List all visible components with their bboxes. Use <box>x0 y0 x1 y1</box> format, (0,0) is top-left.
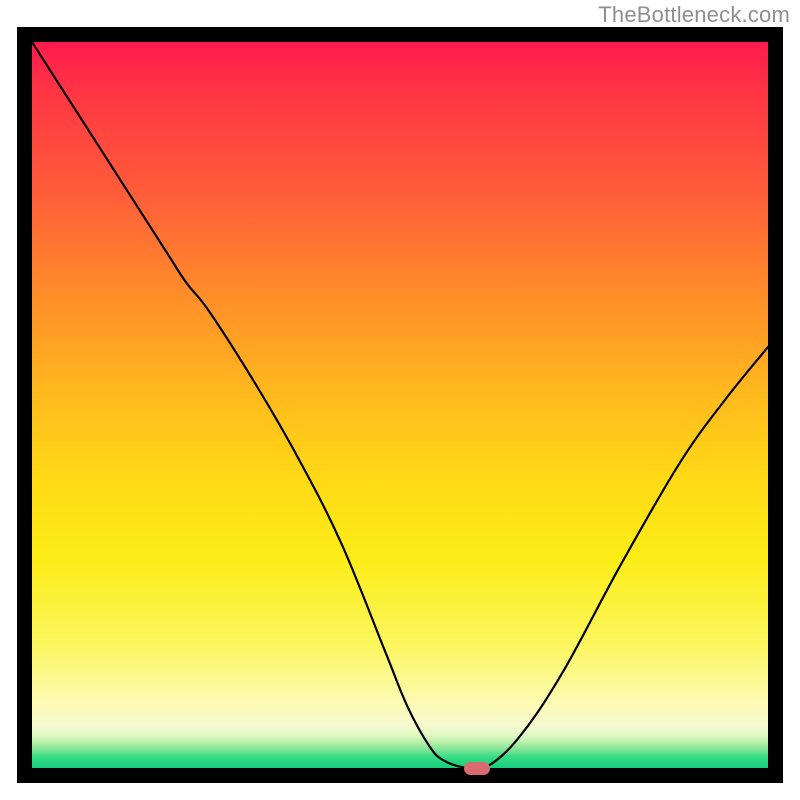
chart-container: TheBottleneck.com <box>0 0 800 800</box>
watermark-text: TheBottleneck.com <box>598 2 790 28</box>
optimal-point-marker <box>464 762 490 775</box>
bottleneck-curve <box>32 42 768 768</box>
